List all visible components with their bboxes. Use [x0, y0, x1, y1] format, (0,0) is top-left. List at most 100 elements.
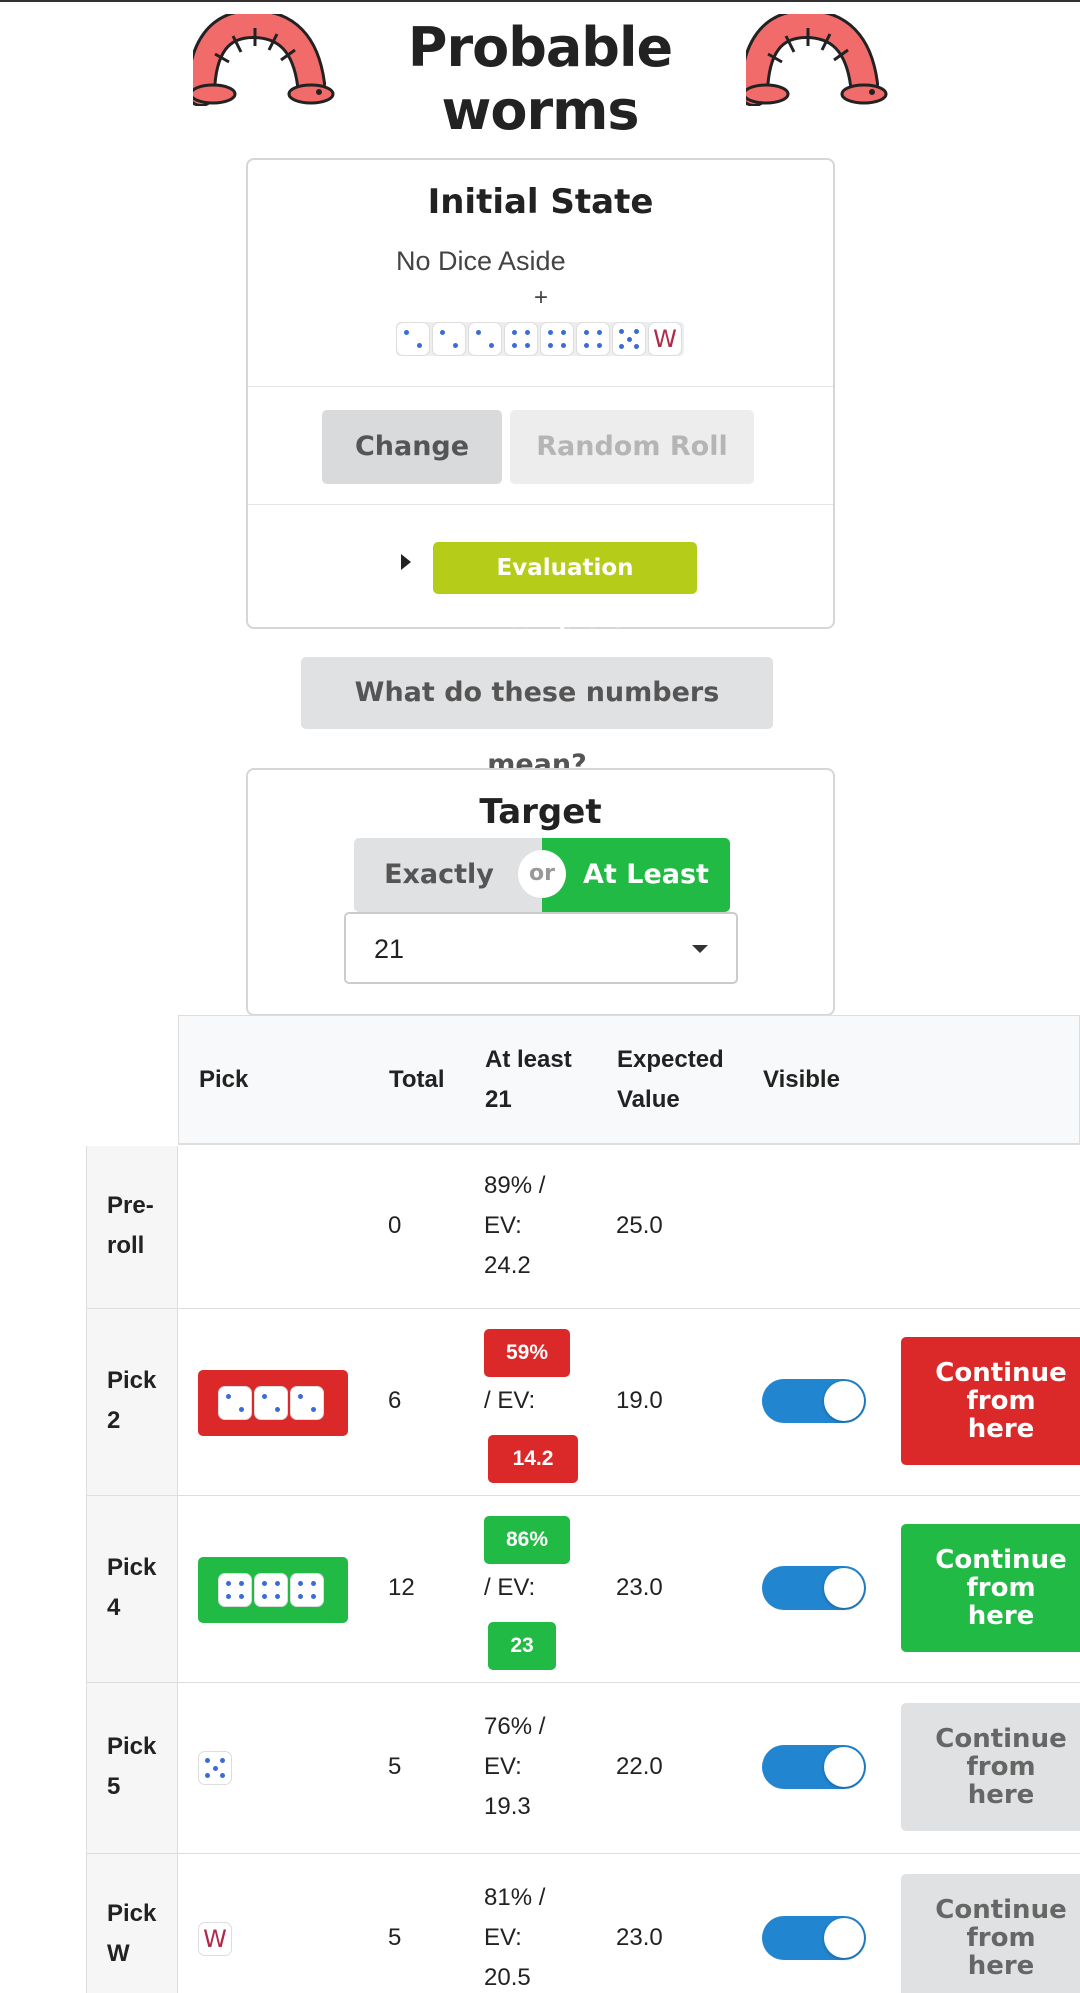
dropdown-caret-icon	[692, 945, 708, 953]
expected-value-cell: 22.0	[616, 1753, 663, 1780]
die-icon	[432, 322, 466, 356]
plus-sign: +	[534, 284, 549, 311]
probability-cell: 81% / EV: 20.5	[484, 1878, 545, 1993]
row-label-line1: Pick	[107, 1733, 157, 1760]
row-label-line2: W	[107, 1940, 130, 1967]
probability-line2: EV:	[484, 1753, 522, 1780]
die-icon	[468, 322, 502, 356]
probability-badge: 86%	[484, 1516, 570, 1564]
total-cell: 5	[388, 1753, 402, 1780]
probability-line1: 81% /	[484, 1884, 546, 1911]
continue-line3: here	[967, 1414, 1035, 1444]
header-at-least-line2: 21	[485, 1086, 512, 1113]
header-at-least: At least 21	[485, 1040, 572, 1120]
target-card: Target Exactly At Least or 21	[246, 768, 835, 1016]
row-label-line2: 4	[107, 1594, 121, 1621]
die-icon	[218, 1573, 252, 1607]
rolled-dice: W	[396, 322, 684, 356]
probability-cell: 89% / EV: 24.2	[484, 1166, 545, 1286]
target-mode-toggle: Exactly At Least or	[354, 838, 730, 912]
visible-toggle[interactable]	[762, 1379, 866, 1423]
continue-line1: Continue	[935, 1724, 1067, 1754]
probability-line3: 24.2	[484, 1252, 531, 1279]
continue-line3: here	[967, 1601, 1035, 1631]
target-select-value: 21	[374, 934, 405, 964]
continue-from-here-button[interactable]: Continue from here	[901, 1524, 1080, 1652]
total-cell: 5	[388, 1924, 402, 1951]
probability-badge: 59%	[484, 1329, 570, 1377]
die-icon	[504, 322, 538, 356]
continue-line1: Continue	[935, 1895, 1067, 1925]
continue-line3: here	[967, 1951, 1035, 1981]
row-header: Pre- roll	[86, 1146, 178, 1308]
header-ev-line1: Expected	[617, 1046, 724, 1073]
table-row: Pre- roll 0 89% / EV: 24.2 25.0	[86, 1146, 1080, 1309]
worm-die-icon: W	[648, 322, 682, 356]
continue-line2: from	[966, 1573, 1036, 1603]
worm-die-icon: W	[198, 1922, 232, 1956]
expected-value-cell: 19.0	[616, 1387, 663, 1414]
picked-dice	[218, 1386, 326, 1420]
continue-line1: Continue	[935, 1358, 1067, 1388]
die-icon	[396, 322, 430, 356]
divider	[248, 386, 833, 387]
target-select[interactable]: 21	[344, 912, 738, 984]
die-icon	[576, 322, 610, 356]
ev-badge: 23	[488, 1622, 556, 1670]
pick-dice-box	[198, 1557, 348, 1623]
results-table: Pick Total At least 21 Expected Value Vi…	[0, 1015, 1080, 1993]
row-label-line2: 5	[107, 1773, 121, 1800]
picked-dice	[198, 1751, 234, 1785]
change-button[interactable]: Change	[322, 410, 502, 484]
probability-line2: EV:	[484, 1212, 522, 1239]
page-title: Probable worms	[407, 16, 673, 142]
die-icon	[612, 322, 646, 356]
table-row: Pick 5 5 76% / EV: 19.3 22.0 Continue fr…	[86, 1683, 1080, 1854]
header-ev-line2: Value	[617, 1086, 680, 1113]
probability-cell: 76% / EV: 19.3	[484, 1707, 545, 1827]
expand-triangle-icon[interactable]	[401, 554, 411, 570]
at-least-button[interactable]: At Least	[542, 838, 730, 912]
probability-line3: 19.3	[484, 1793, 531, 1820]
initial-state-title: Initial State	[427, 182, 654, 222]
expected-value-cell: 23.0	[616, 1574, 663, 1601]
table-row: Pick 4 12 86% / EV: 23 23.0 Continue fro…	[86, 1496, 1080, 1683]
die-icon	[254, 1573, 288, 1607]
exactly-button[interactable]: Exactly	[354, 838, 542, 912]
die-icon	[254, 1386, 288, 1420]
die-icon	[218, 1386, 252, 1420]
or-label: or	[518, 850, 566, 898]
die-icon	[290, 1386, 324, 1420]
table-row: Pick W W 5 81% / EV: 20.5 23.0 Continue …	[86, 1854, 1080, 1993]
continue-line3: here	[967, 1780, 1035, 1810]
continue-from-here-button[interactable]: Continue from here	[901, 1703, 1080, 1831]
header-expected-value: Expected Value	[617, 1040, 724, 1120]
status-badge: Evaluation complete	[433, 542, 697, 633]
expected-value-cell: 25.0	[616, 1212, 663, 1239]
ev-label: / EV:	[484, 1387, 536, 1414]
probability-line1: 76% /	[484, 1713, 546, 1740]
visible-toggle[interactable]	[762, 1745, 866, 1789]
numbers-meaning-button[interactable]: What do these numbers mean?	[301, 657, 773, 780]
header: Probable worms	[0, 2, 1080, 142]
initial-state-card: Initial State No Dice Aside + W Change R…	[246, 158, 835, 633]
total-cell: 12	[388, 1574, 415, 1601]
probability-line3: 20.5	[484, 1964, 531, 1991]
worm-icon	[193, 14, 335, 106]
continue-line1: Continue	[935, 1545, 1067, 1575]
row-header: Pick 2	[86, 1309, 178, 1495]
row-header: Pick 4	[86, 1496, 178, 1682]
visible-toggle[interactable]	[762, 1916, 866, 1960]
continue-from-here-button[interactable]: Continue from here	[901, 1337, 1080, 1465]
row-label-line1: Pick	[107, 1367, 157, 1394]
continue-from-here-button[interactable]: Continue from here	[901, 1874, 1080, 1993]
row-header: Pick 5	[86, 1683, 178, 1853]
continue-line2: from	[966, 1752, 1036, 1782]
row-label-line1: Pick	[107, 1900, 157, 1927]
visible-toggle[interactable]	[762, 1566, 866, 1610]
pick-dice-box	[198, 1370, 348, 1436]
divider	[248, 504, 833, 505]
header-visible: Visible	[763, 1066, 840, 1093]
random-roll-button[interactable]: Random Roll	[510, 410, 754, 484]
row-label-line2: 2	[107, 1407, 121, 1434]
